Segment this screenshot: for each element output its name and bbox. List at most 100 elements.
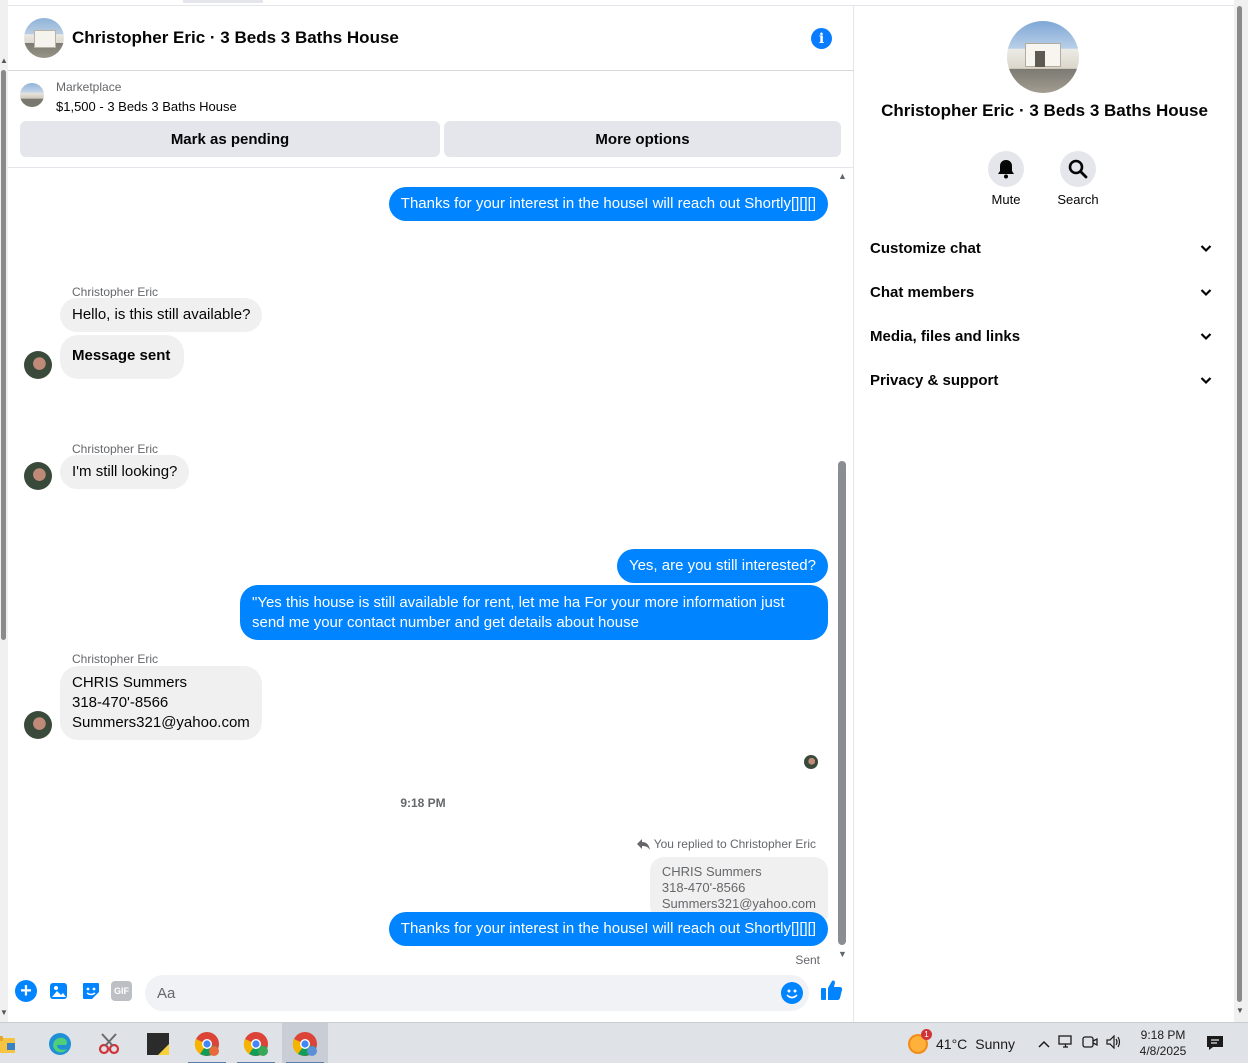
chrome-profile-3-icon[interactable] bbox=[282, 1023, 328, 1063]
outgoing-message[interactable]: Yes, are you still interested? bbox=[616, 549, 828, 583]
sender-avatar[interactable] bbox=[24, 351, 52, 379]
search-button[interactable] bbox=[1060, 151, 1096, 187]
system-tray bbox=[1038, 1023, 1122, 1063]
meet-now-icon[interactable] bbox=[1082, 1035, 1098, 1052]
windows-taskbar: 1 41°C Sunny 9:18 PM 4/8/2025 bbox=[0, 1022, 1248, 1063]
thumbs-up-icon[interactable] bbox=[820, 978, 844, 1002]
chat-title[interactable]: Christopher Eric · 3 Beds 3 Baths House bbox=[72, 28, 399, 48]
network-icon[interactable] bbox=[1058, 1035, 1074, 1052]
chevron-down-icon bbox=[1200, 377, 1212, 385]
scroll-down-arrow-icon[interactable]: ▼ bbox=[1236, 1006, 1244, 1015]
message-line: Summers321@yahoo.com bbox=[72, 714, 250, 731]
message-input[interactable] bbox=[157, 975, 767, 1011]
incoming-message[interactable]: I'm still looking? bbox=[60, 455, 190, 489]
mute-label: Mute bbox=[991, 192, 1021, 207]
reply-arrow-icon bbox=[636, 838, 650, 850]
sender-name: Christopher Eric bbox=[72, 442, 159, 456]
message-line: 318-470'-8566 bbox=[72, 694, 169, 711]
section-media-files-links[interactable]: Media, files and links bbox=[862, 318, 1220, 354]
quote-line: CHRIS Summers bbox=[661, 864, 762, 879]
file-explorer-icon[interactable] bbox=[0, 1023, 28, 1063]
weather-widget[interactable]: 1 41°C Sunny bbox=[908, 1023, 1015, 1063]
section-label: Privacy & support bbox=[870, 371, 999, 389]
chevron-up-icon[interactable] bbox=[1038, 1036, 1050, 1051]
outgoing-message[interactable]: Thanks for your interest in the houseI w… bbox=[388, 187, 828, 221]
page-scrollbar-thumb[interactable] bbox=[1237, 6, 1242, 1002]
outgoing-message[interactable]: Thanks for your interest in the houseI w… bbox=[388, 912, 828, 946]
clock-time: 9:18 PM bbox=[1140, 1028, 1186, 1042]
sender-name: Christopher Eric bbox=[72, 652, 159, 666]
avatar-door-shape bbox=[1035, 51, 1045, 67]
scroll-down-arrow-icon[interactable]: ▼ bbox=[838, 949, 847, 959]
listing-title[interactable]: $1,500 - 3 Beds 3 Baths House bbox=[56, 99, 237, 114]
chrome-profile-2-icon[interactable] bbox=[233, 1023, 279, 1063]
composer: + GIF bbox=[8, 968, 854, 1020]
message-timestamp: 9:18 PM bbox=[400, 796, 446, 810]
emoji-icon[interactable] bbox=[781, 982, 803, 1004]
mute-button[interactable] bbox=[988, 151, 1024, 187]
chrome-profile-1-icon[interactable] bbox=[184, 1023, 230, 1063]
incoming-message[interactable]: Hello, is this still available? bbox=[60, 298, 263, 332]
section-chat-members[interactable]: Chat members bbox=[862, 274, 1220, 310]
listing-thumbnail[interactable] bbox=[20, 83, 44, 107]
scroll-up-arrow-icon[interactable]: ▲ bbox=[838, 171, 847, 181]
section-customize-chat[interactable]: Customize chat bbox=[862, 230, 1220, 266]
chat-avatar[interactable] bbox=[24, 18, 64, 58]
delivery-status: Sent bbox=[795, 953, 820, 967]
sender-avatar[interactable] bbox=[24, 711, 52, 739]
chat-panel: Christopher Eric · 3 Beds 3 Baths House … bbox=[8, 6, 854, 1022]
message-input-wrapper bbox=[145, 975, 809, 1011]
left-scrollbar-thumb[interactable] bbox=[1, 70, 6, 640]
message-list: ▲ ▼ Thanks for your interest in the hous… bbox=[8, 169, 854, 967]
notifications-icon[interactable] bbox=[1206, 1035, 1224, 1051]
chat-header: Christopher Eric · 3 Beds 3 Baths House … bbox=[8, 6, 854, 71]
volume-icon[interactable] bbox=[1106, 1034, 1122, 1052]
info-icon[interactable]: i bbox=[811, 28, 832, 49]
sun-icon: 1 bbox=[908, 1028, 932, 1054]
photo-icon[interactable] bbox=[48, 980, 70, 1002]
gif-icon[interactable]: GIF bbox=[111, 981, 132, 1001]
outgoing-message[interactable]: "Yes this house is still available for r… bbox=[240, 585, 828, 640]
search-icon bbox=[1068, 159, 1088, 179]
quote-line: Summers321@yahoo.com bbox=[661, 896, 816, 911]
page-scrollbar[interactable]: ▼ bbox=[1234, 0, 1248, 1022]
messages-scrollbar-thumb[interactable] bbox=[838, 461, 846, 945]
left-scrollbar[interactable]: ▲ ▼ bbox=[0, 0, 8, 1022]
temperature: 41°C bbox=[936, 1035, 968, 1052]
reply-note-text: You replied to Christopher Eric bbox=[653, 837, 816, 851]
messenger-window: ▲ ▼ Christopher Eric · 3 Beds 3 Baths Ho… bbox=[0, 0, 1248, 1063]
weather-condition: Sunny bbox=[975, 1035, 1015, 1052]
sticker-icon[interactable] bbox=[80, 980, 102, 1002]
conversation-info-panel: Christopher Eric · 3 Beds 3 Baths House … bbox=[855, 6, 1234, 1022]
message-line: CHRIS Summers bbox=[72, 674, 188, 691]
sender-name: Christopher Eric bbox=[72, 285, 159, 299]
search-label: Search bbox=[1057, 192, 1099, 207]
section-label: Customize chat bbox=[870, 239, 981, 257]
mark-as-pending-button[interactable]: Mark as pending bbox=[20, 121, 440, 157]
quote-line: 318-470'-8566 bbox=[661, 880, 746, 895]
sender-avatar[interactable] bbox=[24, 462, 52, 490]
messages-scrollbar[interactable]: ▲ ▼ bbox=[838, 169, 847, 964]
incoming-message[interactable]: CHRIS Summers 318-470'-8566 Summers321@y… bbox=[60, 666, 262, 740]
weather-badge: 1 bbox=[921, 1028, 932, 1040]
marketplace-label: Marketplace bbox=[56, 80, 122, 94]
add-attachment-icon[interactable]: + bbox=[15, 980, 37, 1002]
bell-icon bbox=[998, 160, 1014, 179]
more-options-button[interactable]: More options bbox=[444, 121, 841, 157]
system-clock[interactable]: 9:18 PM 4/8/2025 bbox=[1132, 1027, 1194, 1059]
sticky-notes-icon[interactable] bbox=[135, 1023, 181, 1063]
section-label: Chat members bbox=[870, 283, 975, 301]
conversation-avatar[interactable] bbox=[1007, 21, 1079, 93]
scroll-down-arrow-icon[interactable]: ▼ bbox=[0, 1008, 8, 1017]
section-privacy-support[interactable]: Privacy & support bbox=[862, 362, 1220, 398]
snipping-tool-icon[interactable] bbox=[86, 1023, 132, 1063]
tab-indicator bbox=[183, 0, 263, 3]
incoming-message[interactable]: Message sent bbox=[60, 335, 185, 379]
scroll-up-arrow-icon[interactable]: ▲ bbox=[0, 56, 8, 65]
edge-browser-icon[interactable] bbox=[37, 1023, 83, 1063]
section-label: Media, files and links bbox=[870, 327, 1021, 345]
clock-date: 4/8/2025 bbox=[1139, 1044, 1187, 1058]
quoted-message[interactable]: CHRIS Summers 318-470'-8566 Summers321@y… bbox=[649, 857, 828, 920]
chevron-down-icon bbox=[1200, 333, 1212, 341]
chevron-down-icon bbox=[1200, 245, 1212, 253]
